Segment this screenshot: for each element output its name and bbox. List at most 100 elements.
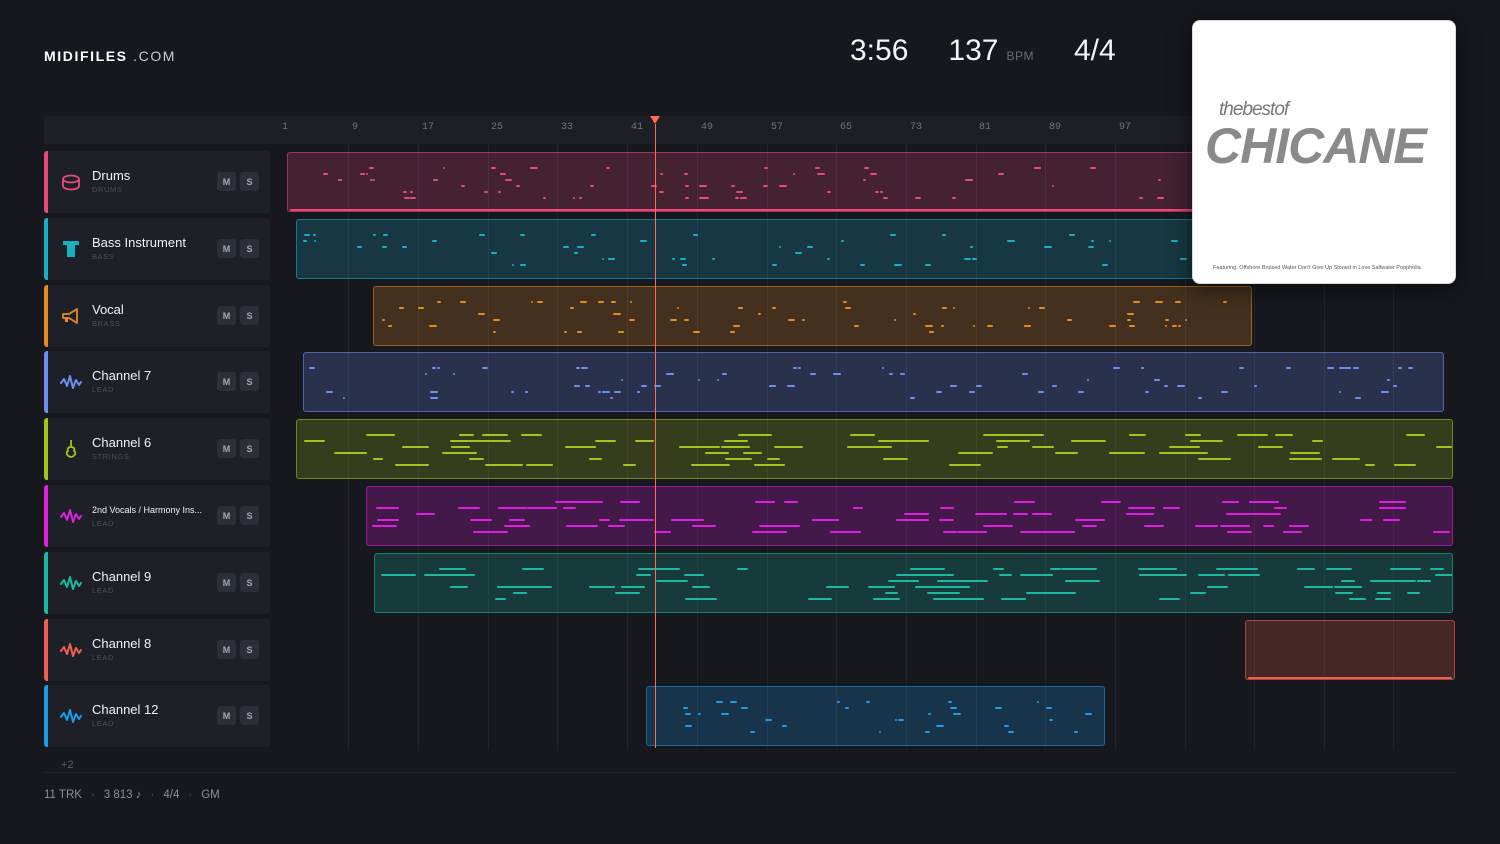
more-tracks-indicator[interactable]: +2 [61,759,74,771]
solo-button[interactable]: S [240,706,259,725]
midi-note [369,167,374,169]
bar-number: 65 [839,122,853,133]
track-header[interactable]: Bass Instrument BASS M S [44,218,270,280]
mute-button[interactable]: M [217,573,236,592]
midi-note [1101,501,1122,503]
midi-note [740,197,746,199]
midi-note [846,446,878,448]
midi-note [1032,446,1055,448]
midi-note [721,446,751,448]
mute-button[interactable]: M [217,239,236,258]
midi-note [826,586,850,588]
mute-button[interactable]: M [217,172,236,191]
midi-note [497,191,502,193]
midi-note [1430,568,1445,570]
midi-region[interactable] [296,419,1453,479]
midi-region[interactable] [373,286,1252,346]
midi-note [436,301,442,303]
midi-note [801,319,805,321]
midi-note [511,264,514,266]
midi-region[interactable] [646,686,1105,746]
midi-note [381,246,387,248]
midi-note [1360,519,1372,521]
track-instrument-type: LEAD [92,519,114,528]
mute-button[interactable]: M [217,372,236,391]
midi-note [949,385,958,387]
mute-button[interactable]: M [217,706,236,725]
track-header[interactable]: Channel 7 LEAD M S [44,351,270,413]
midi-note [874,191,879,193]
mute-button[interactable]: M [217,439,236,458]
midi-note [722,373,728,375]
midi-note [910,397,916,399]
midi-note [883,197,889,199]
midi-note [1221,501,1240,503]
bar-number: 57 [770,122,784,133]
mute-button[interactable]: M [217,506,236,525]
midi-note [1332,458,1361,460]
midi-note [509,519,525,521]
solo-button[interactable]: S [240,640,259,659]
track-header[interactable]: Channel 6 STRINGS M S [44,418,270,480]
solo-button[interactable]: S [240,372,259,391]
midi-note [432,367,437,369]
bar-number: 89 [1048,122,1062,133]
midi-note [699,185,707,187]
bar-number: 49 [700,122,714,133]
brand-logo[interactable]: MIDIFILES .COM [44,48,176,64]
midi-note [599,519,611,521]
midi-note [889,234,896,236]
midi-region[interactable] [1245,620,1455,680]
midi-note [527,507,557,509]
track-header[interactable]: Drums DRUMS M S [44,151,270,213]
midi-note [1381,391,1386,393]
midi-note [633,519,655,521]
midi-region[interactable] [296,219,1200,279]
midi-note [733,325,741,327]
playhead-marker[interactable] [650,116,660,124]
midi-note [1113,367,1121,369]
midi-note [1338,391,1342,393]
midi-note [382,319,385,321]
midi-region[interactable] [366,486,1453,546]
midi-note [994,707,1002,709]
midi-region[interactable] [303,352,1444,412]
midi-region[interactable] [374,553,1453,613]
midi-note [459,301,467,303]
track-header[interactable]: Channel 9 LEAD M S [44,552,270,614]
midi-note [965,179,973,181]
track-header[interactable]: Channel 8 LEAD M S [44,619,270,681]
midi-note [792,173,796,175]
track-header[interactable]: Vocal BRASS M S [44,285,270,347]
midi-region[interactable] [287,152,1200,212]
track-name: Channel 7 [92,368,152,383]
midi-note [768,385,776,387]
midi-note [1315,586,1334,588]
midi-note [928,713,931,715]
bar-number: 81 [978,122,992,133]
track-header[interactable]: 2nd Vocals / Harmony Ins... LEAD M S [44,485,270,547]
midi-note [372,458,384,460]
solo-button[interactable]: S [240,306,259,325]
midi-note [1333,586,1363,588]
midi-note [808,598,832,600]
mute-button[interactable]: M [217,640,236,659]
solo-button[interactable]: S [240,439,259,458]
midi-note [481,434,508,436]
midi-note [888,373,893,375]
midi-note [438,568,467,570]
midi-note [641,385,647,387]
midi-note [1085,713,1092,715]
midi-note [996,446,1009,448]
solo-button[interactable]: S [240,573,259,592]
mute-button[interactable]: M [217,306,236,325]
midi-note [499,173,507,175]
midi-note [1129,325,1136,327]
solo-button[interactable]: S [240,172,259,191]
midi-note [711,258,716,260]
track-header[interactable]: Channel 12 LEAD M S [44,685,270,747]
playhead[interactable] [655,124,656,748]
track-instrument-type: LEAD [92,385,114,394]
solo-button[interactable]: S [240,506,259,525]
solo-button[interactable]: S [240,239,259,258]
